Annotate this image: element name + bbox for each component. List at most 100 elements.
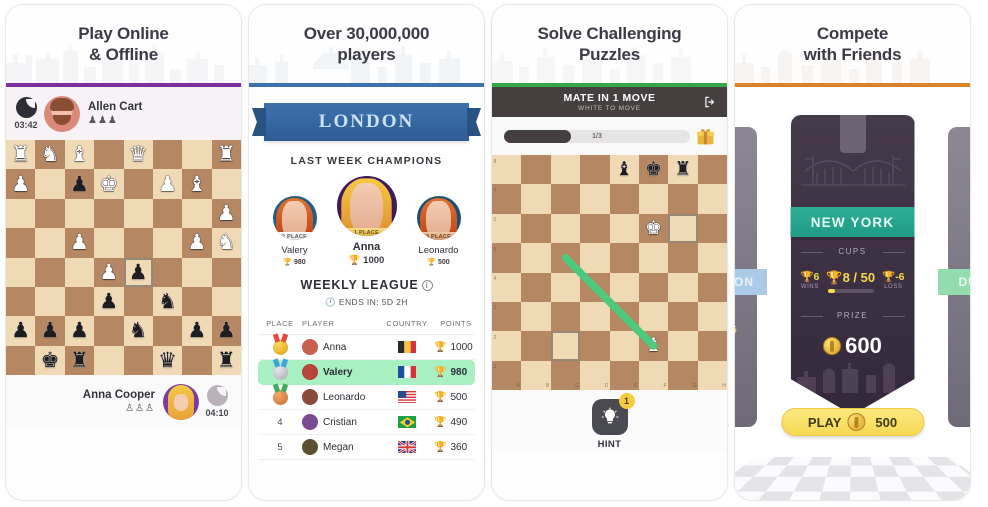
chess-piece[interactable]: ♝ (639, 331, 668, 360)
table-row[interactable]: Anna 🏆 1000 (258, 335, 475, 360)
board-square[interactable] (492, 331, 522, 361)
board-square[interactable]: ♞ (35, 140, 65, 170)
board-square[interactable]: ♟ (6, 169, 36, 199)
board-square[interactable] (609, 213, 639, 244)
board-square[interactable]: ♟ (182, 228, 212, 258)
board-square[interactable] (123, 169, 153, 199)
board-square[interactable] (550, 301, 581, 332)
board-square[interactable]: ♚ (638, 155, 669, 185)
board-square[interactable] (697, 243, 727, 273)
chess-piece[interactable]: ♚ (35, 346, 64, 375)
board-square[interactable] (64, 198, 95, 229)
board-square[interactable] (123, 286, 153, 317)
board-square[interactable] (638, 243, 669, 273)
board-square[interactable]: ♟ (152, 169, 183, 199)
board-square[interactable] (668, 184, 698, 214)
play-button[interactable]: PLAY 500 (780, 408, 925, 436)
chess-piece[interactable]: ♛ (124, 140, 153, 169)
board-square[interactable] (152, 316, 183, 346)
board-square[interactable] (521, 243, 551, 273)
board-square[interactable] (550, 272, 581, 302)
board-square[interactable]: ♟ (211, 198, 241, 229)
board-square[interactable] (6, 286, 36, 317)
board-square[interactable]: ♜ (211, 140, 241, 170)
board-square[interactable] (182, 140, 212, 170)
board-square[interactable] (550, 184, 581, 214)
board-square[interactable] (94, 345, 124, 375)
chess-piece[interactable]: ♚ (94, 169, 123, 198)
board-square[interactable]: ♜ (668, 155, 698, 185)
board-square[interactable] (580, 360, 610, 390)
board-square[interactable] (638, 360, 669, 390)
board-square[interactable] (182, 257, 212, 287)
board-square[interactable] (35, 169, 65, 199)
board-square[interactable] (550, 155, 581, 185)
board-square[interactable] (668, 243, 698, 273)
board-square[interactable] (697, 184, 727, 214)
board-square[interactable]: ♛ (123, 140, 153, 170)
board-square[interactable] (492, 272, 522, 302)
chess-piece[interactable]: ♜ (212, 346, 241, 375)
board-square[interactable] (492, 213, 522, 244)
board-square[interactable]: ♚ (638, 213, 669, 244)
board-square[interactable] (697, 272, 727, 302)
chess-piece[interactable]: ♟ (153, 169, 182, 198)
board-square[interactable] (94, 140, 124, 170)
board-square[interactable] (182, 345, 212, 375)
board-square[interactable]: ♟ (35, 316, 65, 346)
exit-icon[interactable] (703, 95, 717, 109)
board-square[interactable] (6, 257, 36, 287)
board-square[interactable]: ♜ (64, 345, 95, 375)
board-square[interactable] (123, 198, 153, 229)
chess-piece[interactable]: ♜ (212, 140, 241, 169)
table-row[interactable]: 4 Cristian 🏆 490 (258, 410, 475, 435)
chess-piece[interactable]: ♟ (65, 169, 94, 198)
chess-piece[interactable]: ♟ (94, 258, 123, 287)
board-square[interactable]: ♝ (182, 169, 212, 199)
board-square[interactable] (35, 257, 65, 287)
chess-piece[interactable]: ♟ (6, 316, 35, 345)
player-avatar[interactable] (163, 383, 199, 420)
chess-piece[interactable]: ♝ (610, 155, 639, 184)
chess-piece[interactable]: ♜ (65, 346, 94, 375)
board-square[interactable] (550, 213, 581, 244)
board-square[interactable]: ♜ (6, 140, 36, 170)
board-square[interactable] (521, 360, 551, 390)
board-square[interactable]: ♟ (6, 316, 36, 346)
board-square[interactable] (697, 301, 727, 332)
board-square[interactable] (521, 184, 551, 214)
board-square[interactable] (6, 228, 36, 258)
board-square[interactable] (94, 198, 124, 229)
chess-piece[interactable]: ♞ (153, 287, 182, 316)
board-square[interactable] (6, 198, 36, 229)
board-square[interactable] (580, 213, 610, 244)
board-square[interactable] (211, 169, 241, 199)
table-row[interactable]: Leonardo 🏆 500 (258, 385, 475, 410)
chess-piece[interactable]: ♚ (639, 155, 668, 184)
board-square[interactable] (35, 286, 65, 317)
board-square[interactable]: ♜ (211, 345, 241, 375)
board-square[interactable] (521, 331, 551, 361)
table-row[interactable]: 5 Megan 🏆 360 (258, 435, 475, 460)
table-row[interactable]: Valery 🏆 980 (258, 360, 475, 385)
chess-piece[interactable]: ♟ (94, 287, 123, 316)
chessboard-panel-1[interactable]: ♜ ♞ ♝ ♛ ♜ ♟ ♟ ♚ ♟ ♝ ♟ ♟ ♟ ♞ ♟ ♟ ♟ ♞ ♟ ♟ ♟ ♞ ♟ ♟ ♚ ♜ ♛ ♜ (6, 140, 241, 375)
board-square[interactable]: ♞ (152, 286, 183, 317)
board-square[interactable] (35, 228, 65, 258)
board-square[interactable] (668, 213, 698, 244)
board-square[interactable] (697, 360, 727, 390)
board-square[interactable]: ♛ (152, 345, 183, 375)
board-square[interactable] (550, 243, 581, 273)
board-square[interactable] (580, 243, 610, 273)
chess-piece[interactable]: ♟ (35, 316, 64, 345)
chess-piece[interactable]: ♜ (6, 140, 35, 169)
board-square[interactable] (580, 272, 610, 302)
board-square[interactable] (609, 184, 639, 214)
board-square[interactable]: ♟ (94, 286, 124, 317)
board-square[interactable] (152, 257, 183, 287)
chess-piece[interactable]: ♟ (65, 316, 94, 345)
board-square[interactable] (550, 331, 581, 361)
board-square[interactable] (638, 272, 669, 302)
board-square[interactable] (697, 213, 727, 244)
champion-second[interactable]: 2 PLACE Valery 🏆 980 (262, 196, 328, 266)
